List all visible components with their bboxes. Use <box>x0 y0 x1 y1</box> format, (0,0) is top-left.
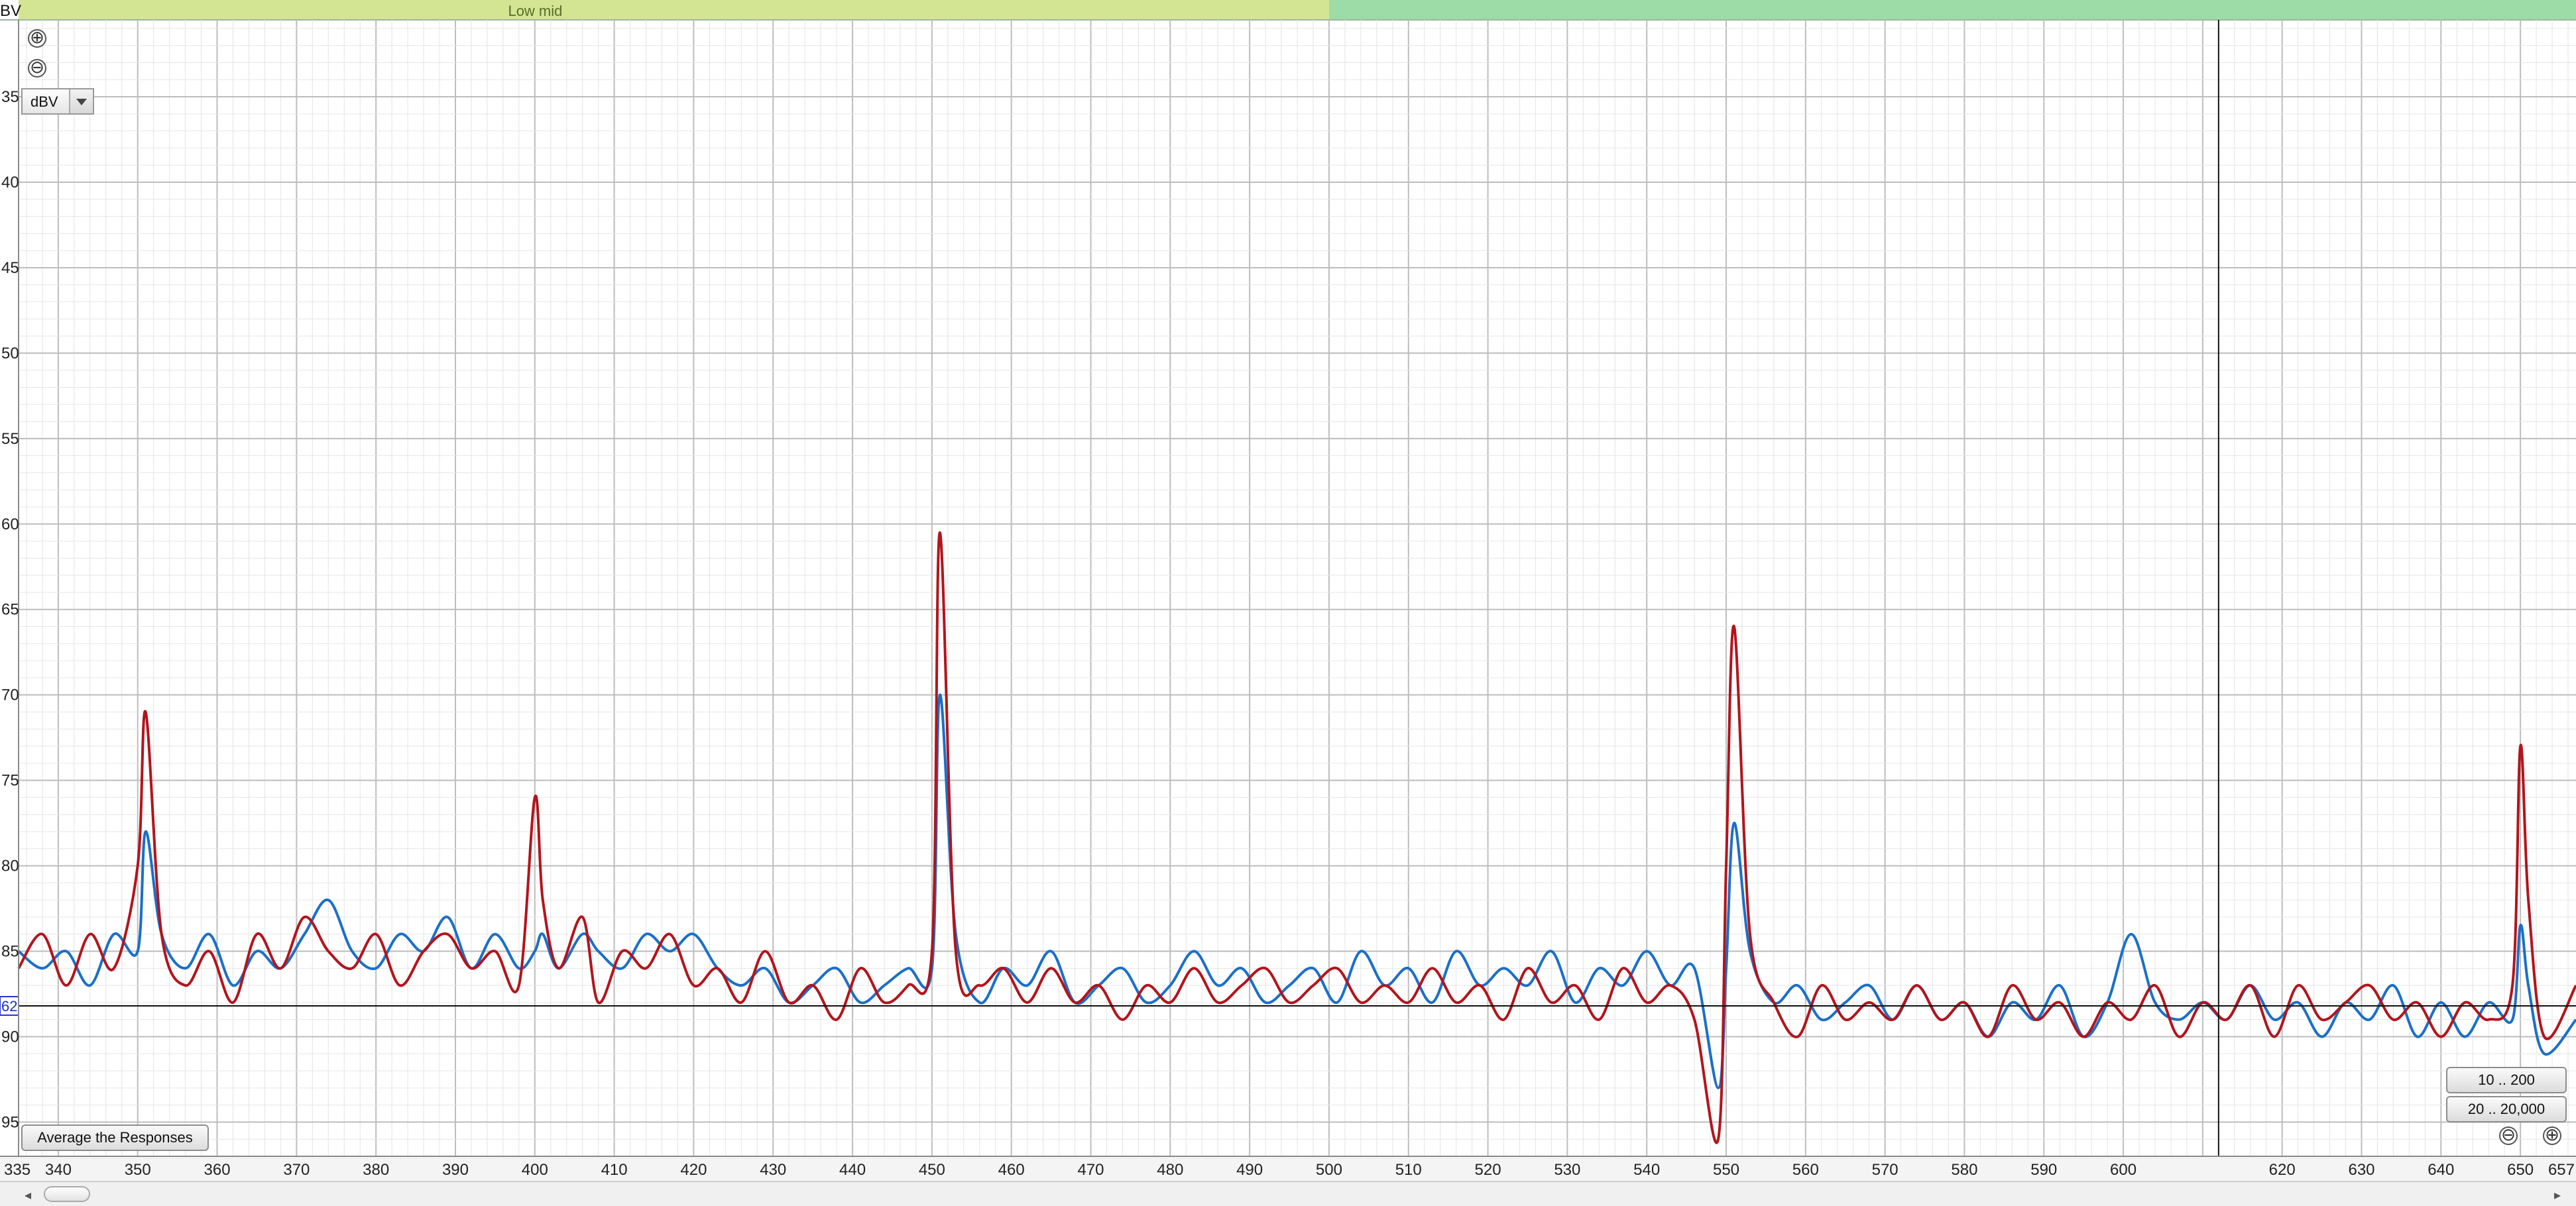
cursor-y-readout: 62 <box>1 998 17 1014</box>
band-0 <box>19 0 1329 20</box>
scroll-thumb[interactable] <box>44 1186 90 1202</box>
x-tick-label: 490 <box>1236 1161 1263 1179</box>
frequency-bands: Low mid <box>0 0 2576 21</box>
y-unit-label: BV <box>0 2 21 20</box>
x-tick-label: 420 <box>680 1161 707 1179</box>
x-tick-label: 520 <box>1475 1161 1501 1179</box>
x-tick-label: 350 <box>125 1161 151 1179</box>
scroll-left-icon[interactable]: ◂ <box>20 1187 36 1203</box>
unit-select-value: dBV <box>30 93 58 110</box>
x-tick-label: 657 <box>2548 1161 2575 1179</box>
x-tick-label: 470 <box>1077 1161 1104 1179</box>
scroll-right-icon[interactable]: ▸ <box>2549 1187 2565 1203</box>
x-tick-label: 550 <box>1713 1161 1739 1179</box>
x-tick-label: 370 <box>283 1161 310 1179</box>
x-tick-label: 400 <box>522 1161 548 1179</box>
x-tick-label: 530 <box>1554 1161 1580 1179</box>
y-tick-label: 80 <box>1 857 19 875</box>
x-tick-label: 600 <box>2110 1161 2137 1179</box>
spectrum-chart[interactable]: Low mid 612.062 354045505560657075808590… <box>0 0 2576 1206</box>
y-tick-label: 85 <box>1 943 19 961</box>
band-1 <box>1328 0 2576 20</box>
x-tick-label: 650 <box>2507 1161 2534 1179</box>
y-tick-label: 65 <box>1 601 19 619</box>
x-tick-label: 640 <box>2428 1161 2454 1179</box>
x-zoom-in-icon[interactable]: ⊕ <box>2543 1126 2561 1145</box>
x-tick-label: 560 <box>1792 1161 1819 1179</box>
x-tick-label: 480 <box>1157 1161 1183 1179</box>
x-tick-label: 410 <box>601 1161 628 1179</box>
range-10-200-button[interactable]: 10 .. 200 <box>2446 1067 2567 1093</box>
x-tick-label: 580 <box>1951 1161 1977 1179</box>
average-responses-button[interactable]: Average the Responses <box>21 1124 209 1151</box>
y-tick-label: 40 <box>1 174 19 192</box>
x-tick-label: 500 <box>1316 1161 1342 1179</box>
x-tick-label: 360 <box>204 1161 231 1179</box>
zoom-in-icon[interactable]: ⊕ <box>28 29 46 48</box>
y-tick-label: 95 <box>1 1113 19 1131</box>
band-label: Low mid <box>508 3 562 19</box>
chevron-down-icon[interactable] <box>69 89 93 113</box>
x-tick-label: 450 <box>919 1161 945 1179</box>
y-tick-label: 55 <box>1 430 19 448</box>
x-tick-label: 570 <box>1872 1161 1899 1179</box>
y-tick-label: 60 <box>1 516 19 533</box>
y-tick-label: 45 <box>1 259 19 277</box>
x-tick-label: 630 <box>2348 1161 2374 1179</box>
x-tick-label: 430 <box>760 1161 786 1179</box>
x-tick-label: 340 <box>45 1161 72 1179</box>
x-tick-label: 590 <box>2030 1161 2057 1179</box>
y-tick-label: 90 <box>1 1028 19 1046</box>
unit-select[interactable]: dBV <box>21 88 94 115</box>
y-tick-label: 75 <box>1 772 19 790</box>
x-zoom-out-icon[interactable]: ⊖ <box>2499 1126 2518 1145</box>
x-tick-label: 510 <box>1395 1161 1422 1179</box>
x-tick-label: 335 <box>4 1161 30 1179</box>
x-tick-label: 540 <box>1633 1161 1660 1179</box>
x-tick-label: 390 <box>442 1161 469 1179</box>
horizontal-scrollbar[interactable]: ◂ ▸ <box>0 1181 2576 1206</box>
x-tick-label: 380 <box>363 1161 389 1179</box>
zoom-out-icon[interactable]: ⊖ <box>28 59 46 78</box>
x-tick-label: 440 <box>839 1161 866 1179</box>
x-tick-label: 620 <box>2269 1161 2296 1179</box>
range-20-20000-button[interactable]: 20 .. 20,000 <box>2446 1096 2567 1123</box>
x-tick-label: 460 <box>998 1161 1025 1179</box>
y-tick-label: 50 <box>1 345 19 362</box>
y-tick-label: 35 <box>1 88 19 106</box>
y-tick-label: 70 <box>1 686 19 704</box>
